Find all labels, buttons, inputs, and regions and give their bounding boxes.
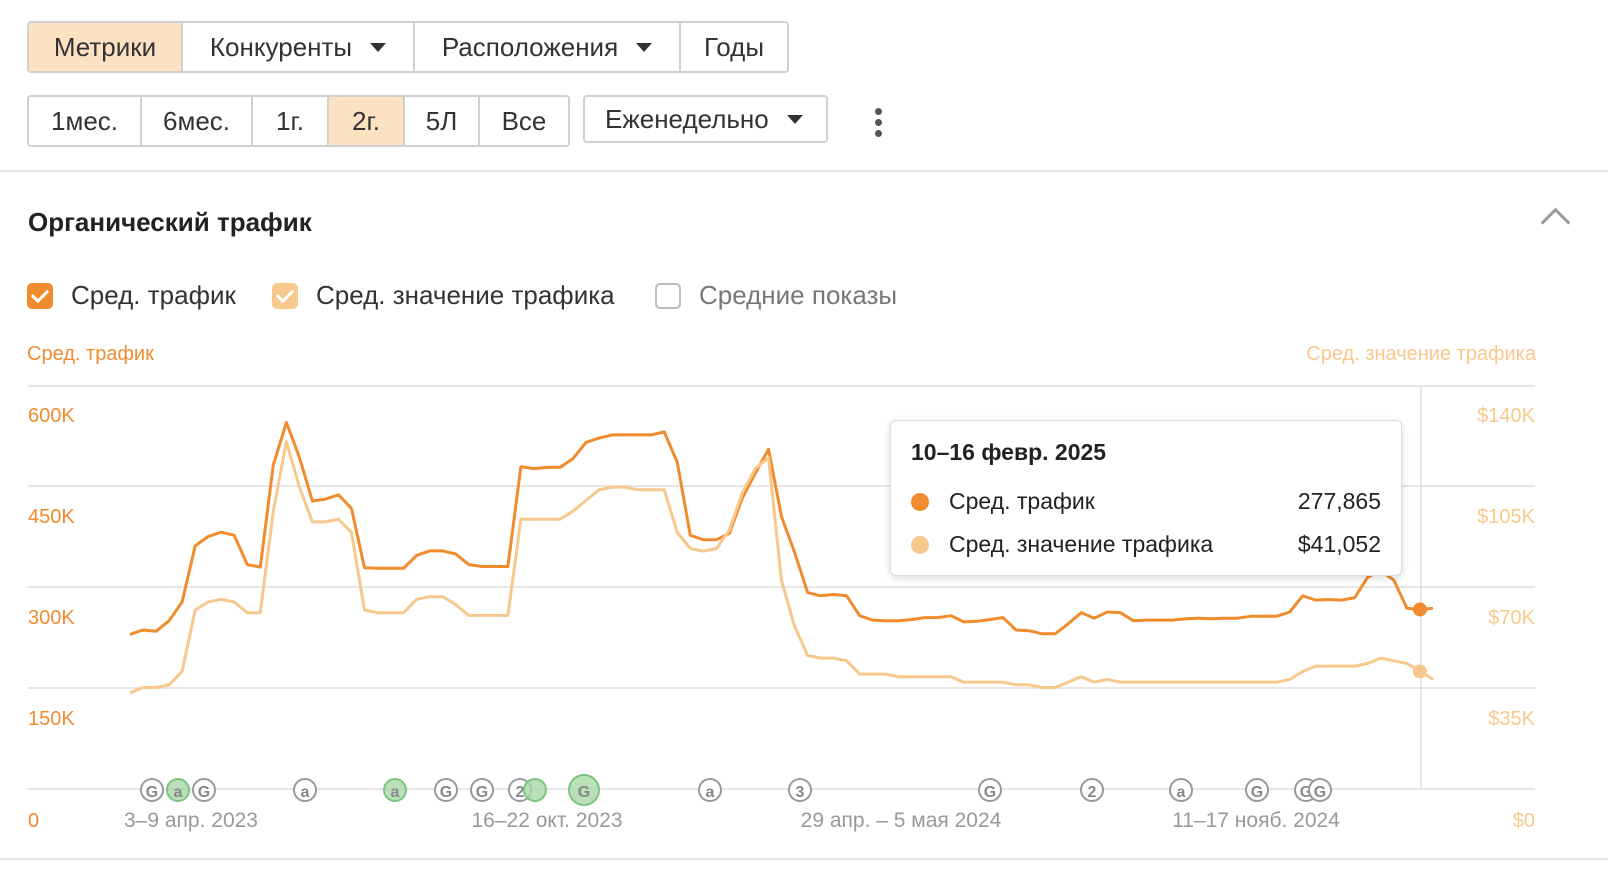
tooltip-row: Сред. значение трафика $41,052 (911, 523, 1381, 566)
update-marker-label: a (174, 784, 183, 801)
range-1m-label: 1мес. (50, 105, 119, 136)
range-1m[interactable]: 1мес. (29, 97, 142, 145)
tooltip-row: Сред. трафик 277,865 (911, 480, 1381, 523)
chevron-down-icon (786, 114, 803, 124)
range-all-label: Все (501, 105, 547, 136)
range-6m-label: 6мес. (162, 105, 231, 136)
checkbox-icon (655, 282, 681, 309)
y-left-tick-label: 0 (28, 810, 39, 832)
update-marker-label: a (1177, 784, 1186, 801)
checkbox-traffic-value[interactable]: Сред. значение трафика (272, 280, 615, 311)
x-tick-label: 16–22 окт. 2023 (471, 809, 622, 832)
hover-point (1412, 602, 1427, 617)
range-5y[interactable]: 5Л (405, 97, 480, 145)
chevron-down-icon (370, 42, 387, 52)
section-title: Органический трафик (28, 207, 312, 237)
bottom-divider (0, 858, 1608, 860)
tab-competitors-label: Конкуренты (209, 31, 353, 62)
range-selector: 1мес. 6мес. 1г. 2г. 5Л Все (27, 95, 570, 147)
tab-metrics[interactable]: Метрики (29, 23, 183, 71)
tab-competitors[interactable]: Конкуренты (183, 23, 415, 71)
tab-metrics-label: Метрики (53, 31, 157, 62)
checkbox-icon (272, 282, 298, 309)
tooltip-row-label: Сред. трафик (949, 488, 1095, 514)
tab-years[interactable]: Годы (681, 23, 787, 71)
update-marker-label: G (578, 784, 590, 801)
interval-dropdown[interactable]: Еженедельно (583, 95, 828, 143)
update-marker-label: 2 (516, 784, 525, 801)
checkbox-avg-impressions-label: Средние показы (699, 280, 898, 310)
tab-locations[interactable]: Расположения (415, 23, 681, 71)
view-tabs: Метрики Конкуренты Расположения Годы (27, 21, 789, 73)
series-dot-icon (911, 492, 929, 511)
range-2y-label: 2г. (352, 105, 380, 136)
tooltip-row-label: Сред. значение трафика (949, 531, 1214, 557)
y-right-tick-label: $140K (1477, 405, 1535, 427)
tooltip-title: 10–16 февр. 2025 (911, 439, 1107, 465)
update-marker-label: G (198, 784, 210, 801)
range-6m[interactable]: 6мес. (142, 97, 253, 145)
update-marker-label: G (1251, 784, 1263, 801)
tab-years-label: Годы (703, 31, 765, 62)
y-left-tick-label: 150K (28, 708, 75, 730)
chart-tooltip: 10–16 февр. 2025 Сред. трафик 277,865 Ср… (890, 420, 1402, 576)
y-left-tick-label: 600K (28, 405, 75, 427)
chevron-down-icon (636, 42, 653, 52)
update-marker-label: G (146, 784, 158, 801)
update-marker-label: 3 (796, 784, 805, 801)
y-right-tick-label: $70K (1488, 607, 1535, 629)
x-tick-label: 3–9 апр. 2023 (124, 809, 258, 832)
tab-locations-label: Расположения (441, 31, 619, 62)
more-options-icon[interactable] (872, 108, 884, 137)
left-axis-title: Сред. трафик (27, 343, 154, 365)
toolbar-divider (0, 170, 1608, 172)
checkbox-avg-traffic-label: Сред. трафик (71, 280, 236, 310)
update-marker-label: a (706, 784, 715, 801)
collapse-chevron-icon[interactable] (1540, 207, 1571, 238)
checkbox-avg-traffic[interactable]: Сред. трафик (27, 280, 236, 311)
x-tick-label: 11–17 нояб. 2024 (1172, 809, 1340, 832)
update-marker-label: G (476, 784, 488, 801)
checkbox-traffic-value-label: Сред. значение трафика (316, 280, 615, 310)
update-marker-label: 2 (1088, 784, 1097, 801)
y-left-tick-label: 450K (28, 506, 75, 528)
range-5y-label: 5Л (425, 105, 458, 136)
tooltip-row-value: $41,052 (1297, 531, 1381, 557)
update-marker-label: G (440, 784, 452, 801)
right-axis-title: Сред. значение трафика (1306, 343, 1536, 365)
update-marker-label: a (301, 784, 310, 801)
update-marker-label: G (984, 784, 996, 801)
tooltip-row-value: 277,865 (1297, 488, 1381, 514)
update-marker-icon (523, 778, 547, 802)
x-tick-label: 29 апр. – 5 мая 2024 (801, 809, 1002, 832)
interval-label: Еженедельно (605, 103, 769, 134)
hover-point (1412, 664, 1427, 679)
series-dot-icon (911, 535, 929, 554)
y-right-tick-label: $35K (1488, 708, 1535, 730)
update-marker-label: G (1314, 784, 1326, 801)
update-marker-label: a (391, 784, 400, 801)
range-1y-label: 1г. (276, 105, 304, 136)
y-right-tick-label: $0 (1513, 810, 1535, 832)
range-all[interactable]: Все (480, 97, 568, 145)
range-2y[interactable]: 2г. (329, 97, 405, 145)
y-right-tick-label: $105K (1477, 506, 1535, 528)
y-left-tick-label: 300K (28, 607, 75, 629)
checkbox-icon (27, 282, 53, 309)
checkbox-avg-impressions[interactable]: Средние показы (655, 280, 897, 311)
range-1y[interactable]: 1г. (253, 97, 329, 145)
